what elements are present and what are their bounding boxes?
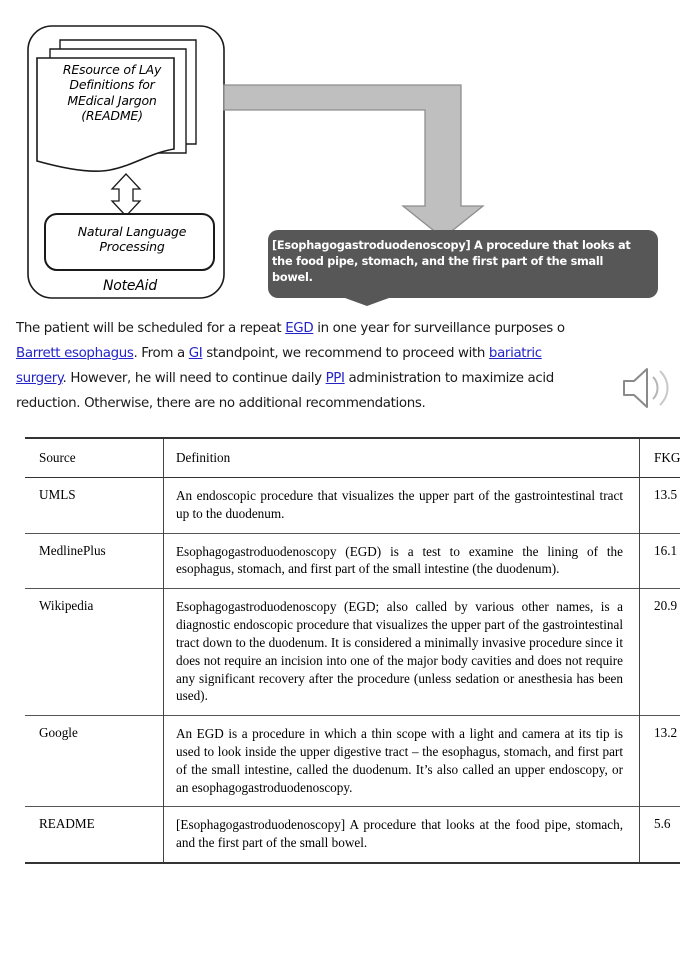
column-header-source: Source [39, 450, 76, 465]
cell-source: UMLS [39, 487, 76, 502]
cell-definition: An EGD is a procedure in which a thin sc… [163, 715, 640, 807]
cell-source: README [39, 816, 95, 832]
cell-definition: An endoscopic procedure that visualizes … [163, 477, 640, 534]
note-text-segment: . From a [133, 346, 189, 361]
speaker-icon[interactable] [620, 362, 676, 414]
cell-fkgl: 16.1 [639, 533, 680, 589]
system-diagram: REsource of LAy Definitions for MEdical … [0, 0, 680, 312]
table-row: Wikipedia Esophagogastroduodenoscopy (EG… [25, 588, 680, 716]
cell-fkgl: 5.6 [639, 806, 680, 863]
definitions-table-wrapper: Source Definition FKGL UMLS An endoscopi… [25, 437, 680, 864]
readme-resource-label: REsource of LAy Definitions for MEdical … [62, 62, 162, 123]
note-text-segment: . However, he will need to continue dail… [62, 371, 326, 386]
cell-fkgl: 20.9 [639, 588, 680, 716]
table-row: README [Esophagogastroduodenoscopy] A pr… [25, 806, 680, 863]
table-row: MedlinePlus Esophagogastroduodenoscopy (… [25, 533, 680, 589]
table-body: UMLS An endoscopic procedure that visual… [25, 477, 680, 863]
callout-definition-text: [Esophagogastroduodenoscopy] A procedure… [272, 239, 631, 285]
link-surgery[interactable]: surgery [16, 371, 63, 386]
cell-fkgl: 13.2 [639, 715, 680, 807]
table-header-row: Source Definition FKGL [25, 438, 680, 478]
note-text-segment: in one year for surveillance purposes o [313, 321, 565, 336]
nlp-module-label: Natural Language Processing [77, 224, 187, 255]
cell-definition: [Esophagogastroduodenoscopy] A procedure… [163, 806, 640, 863]
table-row: UMLS An endoscopic procedure that visual… [25, 477, 680, 534]
flow-arrow-shape [223, 84, 485, 239]
link-egd[interactable]: EGD [285, 321, 313, 336]
cell-fkgl: 13.5 [639, 477, 680, 534]
noteaid-system-label: NoteAid [102, 278, 158, 294]
table-head: Source Definition FKGL [25, 438, 680, 478]
link-barrett-esophagus[interactable]: Barrett esophagus [16, 346, 134, 361]
link-gi[interactable]: GI [189, 346, 203, 361]
note-line-3: surgery. However, he will need to contin… [16, 366, 680, 391]
link-bariatric[interactable]: bariatric [489, 346, 542, 361]
cell-source: MedlinePlus [39, 542, 106, 558]
note-text-segment: standpoint, we recommend to proceed with [202, 346, 489, 361]
table-row: Google An EGD is a procedure in which a … [25, 715, 680, 807]
note-line-2: Barrett esophagus. From a GI standpoint,… [16, 341, 680, 366]
link-ppi[interactable]: PPI [326, 371, 345, 386]
column-header-fkgl: FKGL [639, 438, 680, 478]
source-definition-table: Source Definition FKGL UMLS An endoscopi… [25, 437, 680, 864]
cell-source: Wikipedia [39, 598, 94, 614]
note-line-1: The patient will be scheduled for a repe… [16, 316, 680, 341]
cell-definition: Esophagogastroduodenoscopy (EGD; also ca… [163, 588, 640, 716]
clinical-note-paragraph: The patient will be scheduled for a repe… [16, 316, 680, 416]
cell-source: Google [39, 725, 78, 741]
note-text-segment: administration to maximize acid [344, 371, 555, 386]
note-line-4: reduction. Otherwise, there are no addit… [16, 396, 426, 411]
note-text-segment: The patient will be scheduled for a repe… [16, 321, 286, 336]
cell-definition: Esophagogastroduodenoscopy (EGD) is a te… [163, 533, 640, 589]
column-header-definition: Definition [163, 438, 640, 478]
